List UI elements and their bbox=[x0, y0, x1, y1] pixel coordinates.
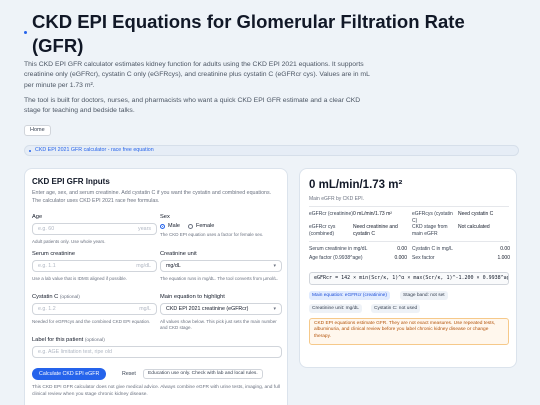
sex-hint: The CKD EPI equation uses a factor for f… bbox=[160, 232, 264, 237]
education-pill: Education use only. Check with lab and l… bbox=[143, 369, 263, 379]
home-button[interactable]: Home bbox=[24, 125, 51, 136]
row-value: Not calculated bbox=[458, 224, 490, 230]
sex-option-male: Male bbox=[168, 223, 180, 229]
patient-label-input[interactable]: e.g. AGE limitation test, ripe old bbox=[32, 346, 282, 358]
cystatin-input[interactable]: e.g. 1.2 mg/L bbox=[32, 303, 157, 315]
sex-radio-male[interactable]: Male bbox=[160, 223, 180, 229]
creatinine-unit-hint: The equation runs in mg/dL. The tool con… bbox=[160, 276, 279, 281]
sex-label: Sex bbox=[160, 214, 170, 220]
age-input[interactable]: e.g. 60 years bbox=[32, 223, 157, 235]
cystatin-unit: mg/L bbox=[139, 306, 151, 312]
age-label: Age bbox=[32, 214, 43, 220]
warning-box: CKD EPI equations estimate GFR. They are… bbox=[309, 318, 509, 345]
creatinine-unit-select[interactable]: mg/dL bbox=[160, 260, 282, 272]
breadcrumb[interactable]: CKD EPI 2021 GFR calculator - race free … bbox=[24, 145, 519, 156]
sex-option-female: Female bbox=[196, 223, 215, 229]
tag-stage-band: Stage band: not set bbox=[400, 291, 448, 300]
results-card: 0 mL/min/1.73 m² Main eGFR by CKD EPI. e… bbox=[299, 168, 517, 368]
radio-selected-icon bbox=[160, 223, 165, 229]
tag-main-equation: Main equation: eGFRcr (creatinine) bbox=[309, 291, 390, 300]
row-value: 0.000 bbox=[394, 255, 407, 261]
creatinine-unit-label: Creatinine unit bbox=[160, 251, 197, 257]
creatinine-hint: Use a lab value that is IDMS aligned if … bbox=[32, 276, 128, 281]
row-value: Need creatinine and cystatin C bbox=[353, 224, 398, 237]
row-label: CKD stage from main eGFR bbox=[412, 224, 448, 237]
row-label: Sex factor bbox=[412, 255, 435, 261]
cystatin-label: Cystatin C (optional) bbox=[32, 294, 80, 300]
row-label: Serum creatinine in mg/dL bbox=[309, 246, 368, 252]
creatinine-placeholder: e.g. 1.1 bbox=[38, 263, 56, 269]
row-value: 0 mL/min/1.73 m² bbox=[353, 211, 392, 217]
creatinine-unit: mg/dL bbox=[136, 263, 151, 269]
patient-label: Label for this patient (optional) bbox=[32, 337, 105, 343]
row-value: 0.00 bbox=[397, 246, 407, 252]
row-value: 1.000 bbox=[497, 255, 510, 261]
main-egfr-value: 0 mL/min/1.73 m² bbox=[309, 179, 403, 191]
inputs-card: CKD EPI GFR Inputs Enter age, sex, and s… bbox=[24, 168, 288, 405]
tag-creatinine-unit: Creatinine unit: mg/dL bbox=[309, 304, 362, 313]
radio-unselected-icon bbox=[188, 223, 193, 229]
cystatin-hint: Needed for eGFRcys and the combined CKD … bbox=[32, 319, 151, 324]
patient-optional: (optional) bbox=[84, 338, 105, 343]
formula-box: eGFRcr = 142 × min(Scr/κ, 1)^α × max(Scr… bbox=[309, 272, 509, 285]
row-value: 0.00 bbox=[500, 246, 510, 252]
main-egfr-subtitle: Main eGFR by CKD EPI. bbox=[309, 196, 365, 202]
row-label: Age factor (0.9938^age) bbox=[309, 255, 363, 261]
patient-label-text: Label for this patient bbox=[32, 337, 84, 343]
main-equation-label: Main equation to highlight bbox=[160, 294, 225, 300]
page-title: CKD EPI Equations for Glomerular Filtrat… bbox=[32, 11, 465, 56]
row-value: Need cystatin C bbox=[458, 211, 494, 217]
row-label: Cystatin C in mg/L bbox=[412, 246, 453, 252]
cystatin-label-text: Cystatin C bbox=[32, 294, 59, 300]
age-unit: years bbox=[138, 226, 151, 232]
intro-paragraph: This CKD EPI GFR calculator estimates ki… bbox=[24, 61, 370, 89]
title-bullet bbox=[24, 31, 27, 34]
inputs-title: CKD EPI GFR Inputs bbox=[32, 177, 110, 186]
cystatin-optional: (optional) bbox=[59, 295, 80, 300]
age-hint: Adult patients only. Use whole years. bbox=[32, 239, 106, 244]
divider bbox=[309, 206, 509, 207]
disclaimer-text: This CKD EPI GFR calculator does not giv… bbox=[32, 385, 280, 397]
inputs-description: Enter age, sex, and serum creatinine. Ad… bbox=[32, 190, 272, 204]
creatinine-label: Serum creatinine bbox=[32, 251, 75, 257]
row-label: eGFRcr (creatinine) bbox=[309, 211, 353, 217]
main-equation-select[interactable]: CKD EPI 2021 creatinine (eGFRcr) bbox=[160, 303, 282, 315]
tag-cystatin: Cystatin C: not used bbox=[371, 304, 421, 313]
reset-button[interactable]: Reset bbox=[118, 368, 140, 380]
main-equation-hint: All values show below. This pick just se… bbox=[160, 319, 277, 330]
row-label: eGFRcr cys (combined) bbox=[309, 224, 336, 237]
cystatin-placeholder: e.g. 1.2 bbox=[38, 306, 56, 312]
creatinine-input[interactable]: e.g. 1.1 mg/dL bbox=[32, 260, 157, 272]
divider bbox=[309, 241, 509, 242]
sex-radio-female[interactable]: Female bbox=[188, 223, 214, 229]
intro-paragraph-2: The tool is built for doctors, nurses, a… bbox=[24, 97, 361, 115]
row-label: eGFRcys (cystatin C) bbox=[412, 211, 453, 224]
age-placeholder: e.g. 60 bbox=[38, 226, 55, 232]
calculate-button[interactable]: Calculate CKD EPI eGFR bbox=[32, 368, 107, 380]
